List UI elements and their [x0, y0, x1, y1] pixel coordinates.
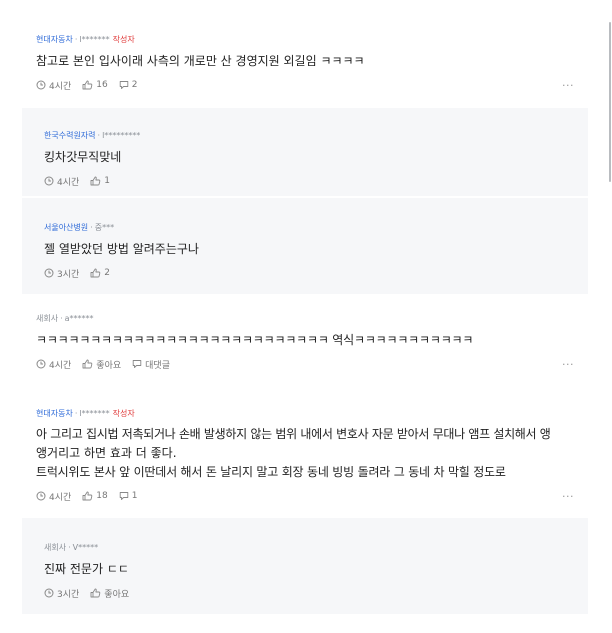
reply-button[interactable]: 2	[119, 80, 138, 90]
time-stamp: 4시간	[36, 79, 71, 92]
company-name[interactable]: 서울아산병원	[44, 223, 88, 232]
author-name: V*****	[72, 543, 99, 552]
company-name[interactable]: 현대자동차	[36, 35, 73, 44]
comment-body: 킹차갓무직맞네	[44, 148, 588, 167]
thumbs-up-icon	[82, 491, 93, 501]
company-name[interactable]: 현대자동차	[36, 409, 73, 418]
time-stamp: 4시간	[36, 358, 71, 371]
scrollbar[interactable]	[609, 22, 611, 182]
comment: 새회사 · a****** ㅋㅋㅋㅋㅋㅋㅋㅋㅋㅋㅋㅋㅋㅋㅋㅋㅋㅋㅋㅋㅋㅋㅋㅋㅋㅋㅋ …	[22, 313, 588, 387]
comment-body: 진짜 전문가 ㄷㄷ	[44, 560, 588, 579]
time-stamp: 3시간	[44, 587, 79, 600]
time-stamp: 4시간	[36, 490, 71, 503]
comment-meta: 현대자동차 · l******* 작성자	[36, 409, 135, 418]
author-name: 중***	[94, 223, 115, 232]
comment-actions: 4시간 좋아요 대댓글 ···	[36, 358, 588, 371]
comment-text: 진짜 전문가 ㄷㄷ	[44, 562, 129, 576]
thumbs-up-icon	[90, 588, 101, 598]
reply-button[interactable]: 1	[119, 491, 138, 501]
comment-text: 킹차갓무직맞네	[44, 150, 122, 164]
thumbs-up-icon	[82, 359, 93, 369]
clock-icon	[36, 80, 46, 90]
like-button[interactable]: 16	[82, 80, 108, 90]
company-name[interactable]: 한국수력원자력	[44, 131, 96, 140]
comment-body: 젤 열받았던 방법 알려주는구나	[44, 240, 588, 259]
more-menu-button[interactable]: ···	[562, 358, 574, 371]
more-menu-button[interactable]: ···	[562, 490, 574, 503]
like-button[interactable]: 좋아요	[90, 587, 129, 600]
speech-bubble-icon	[119, 81, 128, 89]
time-stamp: 3시간	[44, 267, 79, 280]
reply-count: 1	[131, 491, 138, 501]
speech-bubble-icon	[119, 492, 128, 500]
author-tag: 작성자	[112, 35, 135, 44]
comment-body: 아 그리고 집시법 저촉되거나 손배 발생하지 않는 범위 내에서 변호사 자문…	[36, 425, 588, 482]
comment-actions: 3시간 좋아요	[44, 587, 588, 600]
comment-meta: 새회사 · V*****	[44, 543, 99, 552]
author-name: l*******	[79, 409, 110, 418]
thumbs-up-icon	[82, 80, 93, 90]
comment-actions: 4시간 16 2 ···	[36, 79, 588, 92]
more-menu-button[interactable]: ···	[562, 79, 574, 92]
like-count: 18	[96, 491, 108, 501]
like-label: 좋아요	[104, 589, 130, 600]
thumbs-up-icon	[90, 176, 101, 186]
reply-comment: 서울아산병원 · 중*** 젤 열받았던 방법 알려주는구나 3시간 2	[22, 198, 588, 294]
comment-actions: 3시간 2	[44, 267, 588, 280]
reply-comment: 새회사 · V***** 진짜 전문가 ㄷㄷ 3시간 좋아요	[22, 518, 588, 614]
clock-icon	[36, 359, 46, 369]
author-name: a******	[64, 314, 94, 323]
comment-body: 참고로 본인 입사이래 사측의 개로만 산 경영지원 외길임 ㅋㅋㅋㅋ	[36, 52, 588, 71]
like-button[interactable]: 1	[90, 176, 110, 186]
reply-button[interactable]: 대댓글	[132, 358, 170, 371]
clock-icon	[44, 588, 54, 598]
comment-text: 참고로 본인 입사이래 사측의 개로만 산 경영지원 외길임 ㅋㅋㅋㅋ	[36, 54, 365, 68]
thumbs-up-icon	[90, 268, 101, 278]
author-name: l*******	[79, 35, 110, 44]
time-stamp: 4시간	[44, 175, 79, 188]
clock-icon	[36, 491, 46, 501]
like-count: 16	[96, 80, 108, 90]
comment-meta: 서울아산병원 · 중***	[44, 223, 115, 232]
comment-actions: 4시간 1	[44, 175, 588, 188]
like-count: 1	[104, 176, 111, 186]
reply-label: 대댓글	[145, 360, 170, 371]
like-label: 좋아요	[96, 360, 122, 371]
comment-text-line: 아 그리고 집시법 저촉되거나 손배 발생하지 않는 범위 내에서 변호사 자문…	[36, 427, 551, 441]
comment-meta: 한국수력원자력 · l*********	[44, 131, 141, 140]
clock-icon	[44, 268, 54, 278]
comment-body: ㅋㅋㅋㅋㅋㅋㅋㅋㅋㅋㅋㅋㅋㅋㅋㅋㅋㅋㅋㅋㅋㅋㅋㅋㅋㅋㅋ 역식ㅋㅋㅋㅋㅋㅋㅋㅋㅋㅋ…	[36, 331, 588, 350]
reply-count: 2	[131, 80, 138, 90]
company-name[interactable]: 새회사	[44, 543, 66, 552]
comment-meta: 현대자동차 · l******* 작성자	[36, 35, 135, 44]
comment: 현대자동차 · l******* 작성자 아 그리고 집시법 저촉되거나 손배 발생하…	[22, 408, 588, 514]
author-tag: 작성자	[112, 409, 135, 418]
comment: 현대자동차 · l******* 작성자 참고로 본인 입사이래 사측의 개로만 산 …	[22, 34, 588, 106]
reply-comment: 한국수력원자력 · l********* 킹차갓무직맞네 4시간 1	[22, 108, 588, 196]
like-button[interactable]: 2	[90, 268, 110, 278]
comment-text-line: 앵거리고 하면 효과 더 좋다.	[36, 446, 177, 460]
like-count: 2	[104, 268, 111, 278]
comment-text-line: 트럭시위도 본사 앞 이딴데서 해서 돈 날리지 말고 회장 동네 빙빙 돌려라…	[36, 465, 506, 479]
comment-text: 젤 열받았던 방법 알려주는구나	[44, 242, 199, 256]
speech-bubble-icon	[132, 360, 142, 368]
like-button[interactable]: 좋아요	[82, 358, 121, 371]
comment-text: ㅋㅋㅋㅋㅋㅋㅋㅋㅋㅋㅋㅋㅋㅋㅋㅋㅋㅋㅋㅋㅋㅋㅋㅋㅋㅋㅋ 역식ㅋㅋㅋㅋㅋㅋㅋㅋㅋㅋ…	[36, 333, 474, 347]
comment-actions: 4시간 18 1 ···	[36, 490, 588, 503]
clock-icon	[44, 176, 54, 186]
comment-meta: 새회사 · a******	[36, 314, 94, 323]
company-name[interactable]: 새회사	[36, 314, 58, 323]
like-button[interactable]: 18	[82, 491, 108, 501]
author-name: l*********	[102, 131, 141, 140]
